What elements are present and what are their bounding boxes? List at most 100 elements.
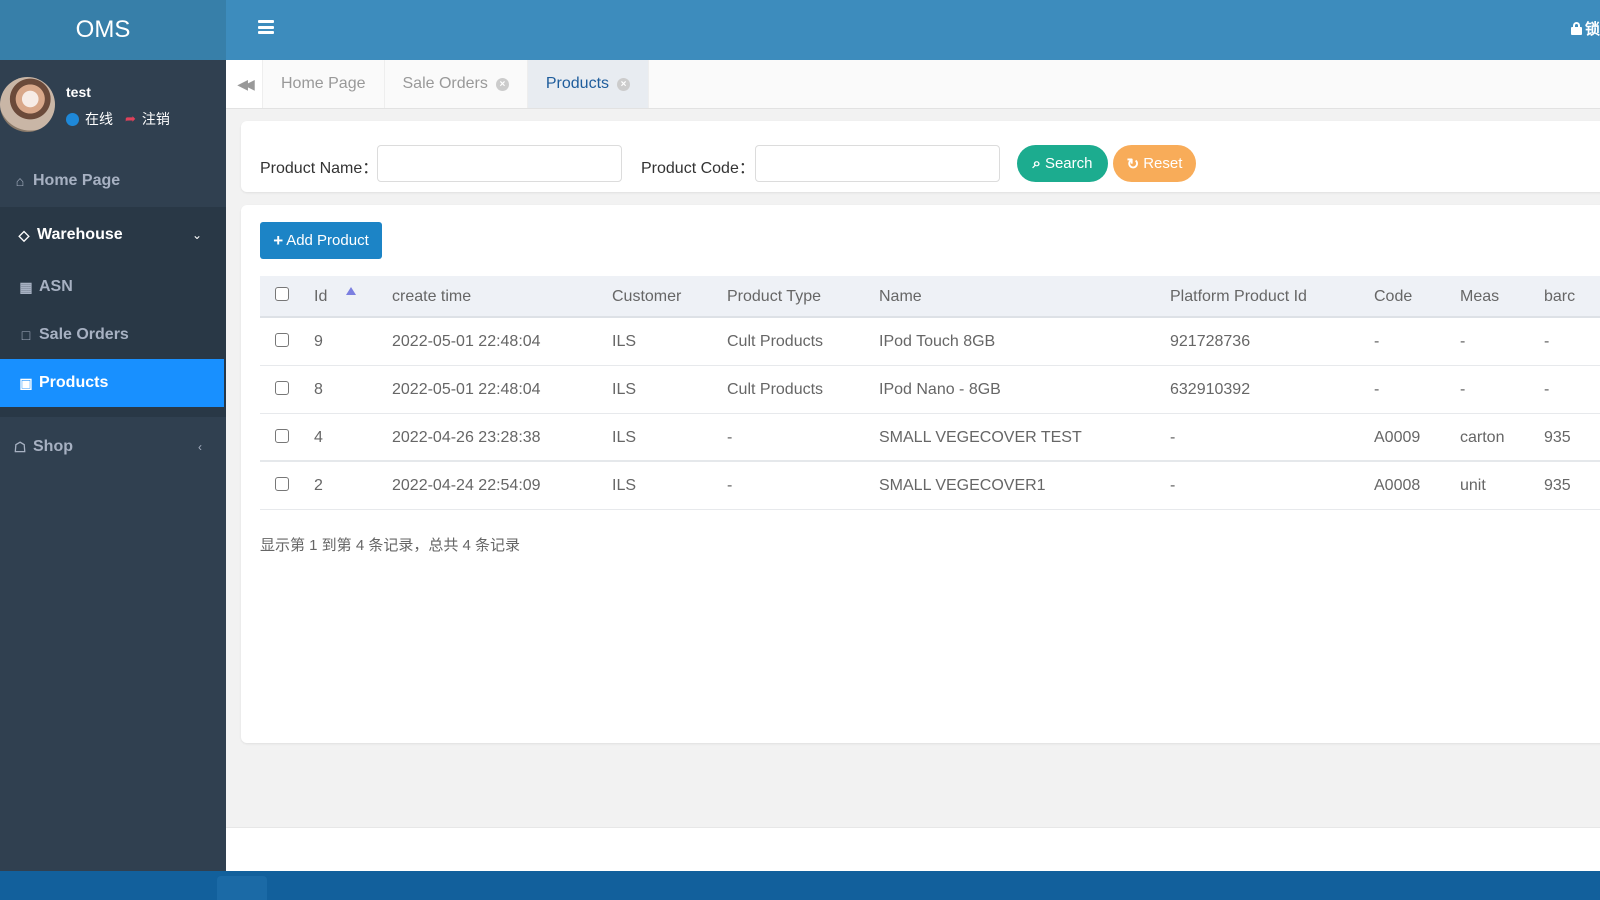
lock-label: 锁 [1584,21,1600,38]
column-header-code[interactable]: Code [1374,288,1412,306]
sidebar-item-label: Products [39,374,109,391]
main-content: Product Name： Product Code： ⌕ Search ↻ R… [226,109,1600,870]
column-header-create-time[interactable]: create time [392,288,471,306]
search-icon: ⌕ [1032,155,1041,172]
cell-platform-product-id: - [1170,477,1176,494]
plus-icon: + [273,230,284,250]
sidebar-item-sale-orders[interactable]: □ Sale Orders [0,311,226,359]
select-all-checkbox[interactable] [275,287,289,301]
refresh-icon: ↻ [1126,155,1140,173]
user-status: 在线 ➦ 注销 [66,109,170,129]
calculator-icon: ▦ [19,278,33,295]
tab-label: Sale Orders [402,75,488,92]
sidebar-item-products[interactable]: ▣ Products [0,359,224,407]
column-header-id[interactable]: Id [314,288,327,306]
chevron-left-icon: ‹ [198,440,202,454]
sidebar-item-home[interactable]: ⌂ Home Page [0,155,226,207]
cell-code: - [1374,381,1380,398]
tab-products[interactable]: Products × [527,60,650,108]
column-header-customer[interactable]: Customer [612,288,681,306]
table-row[interactable]: 9 2022-05-01 22:48:04 ILS Cult Products IPod… [260,318,1600,366]
avatar[interactable] [0,77,55,132]
table-body: 9 2022-05-01 22:48:04 ILS Cult Products IPod… [260,318,1600,510]
add-product-label: Add Product [286,232,369,249]
cell-meas: - [1460,381,1466,398]
cell-customer: ILS [612,381,637,398]
cell-name: SMALL VEGECOVER1 [879,477,1046,494]
sidebar: OMS test 在线 ➦ 注销 ⌂ Home Page ◇ Warehouse… [0,0,226,900]
close-tab-icon[interactable]: × [617,77,631,91]
column-header-meas[interactable]: Meas [1460,288,1499,306]
cell-code: - [1374,333,1380,350]
chevron-down-icon: ⌄ [191,228,202,242]
lock-icon [1570,22,1582,35]
cell-id: 8 [314,381,323,398]
row-checkbox[interactable] [275,429,289,443]
cell-product-type: - [727,477,733,494]
row-checkbox[interactable] [275,333,289,347]
tab-sale-orders[interactable]: Sale Orders × [385,60,528,108]
cell-code: A0009 [1374,429,1421,446]
table-row[interactable]: 4 2022-04-26 23:28:38 ILS - SMALL VEGECOVER … [260,414,1600,462]
tabs-scroll-left-icon[interactable]: ◀◀ [226,60,263,108]
sidebar-item-label: ASN [39,278,73,295]
cell-platform-product-id: 632910392 [1170,381,1251,398]
row-checkbox[interactable] [275,477,289,491]
footer [226,827,1600,871]
tab-label: Products [545,75,610,92]
product-code-input[interactable] [755,145,1000,182]
sidebar-item-label: Warehouse [37,226,123,243]
home-icon: ⌂ [15,173,25,189]
close-tab-icon[interactable]: × [495,77,509,91]
sort-ascending-icon[interactable] [346,287,356,295]
add-product-button[interactable]: + Add Product [260,222,382,259]
top-header: 锁 [226,0,1600,60]
cell-create-time: 2022-04-24 22:54:09 [392,477,541,494]
column-header-platform-product-id[interactable]: Platform Product Id [1170,288,1307,306]
tab-label: Home Page [281,75,366,92]
menu-toggle-icon[interactable] [258,20,274,34]
taskbar-button[interactable] [217,876,267,900]
cell-platform-product-id: 921728736 [1170,333,1251,350]
cell-meas: unit [1460,477,1486,494]
products-table: Id create time Customer Product Type Nam… [260,276,1600,510]
reset-button[interactable]: ↻ Reset [1113,145,1196,182]
product-name-label: Product Name： [260,160,379,177]
cell-customer: ILS [612,333,637,350]
user-panel: test 在线 ➦ 注销 [0,60,226,155]
tabs: Home Page Sale Orders × Products × [263,60,650,108]
table-row[interactable]: 8 2022-05-01 22:48:04 ILS Cult Products IPod… [260,366,1600,414]
cell-product-type: Cult Products [727,333,824,350]
cell-barcode: 935 [1544,477,1571,494]
row-checkbox[interactable] [275,381,289,395]
sidebar-group-warehouse: ◇ Warehouse ⌄ ▦ ASN □ Sale Orders ▣ Prod… [0,207,226,417]
cell-customer: ILS [612,429,637,446]
column-header-product-type[interactable]: Product Type [727,288,821,306]
sidebar-item-asn[interactable]: ▦ ASN [0,263,226,311]
user-name: test [66,84,91,100]
lock-screen-button[interactable]: 锁 [1570,18,1600,39]
product-code-label: Product Code： [641,160,755,177]
cell-platform-product-id: - [1170,429,1176,446]
cell-create-time: 2022-05-01 22:48:04 [392,333,541,350]
logout-link[interactable]: 注销 [142,109,170,129]
cell-create-time: 2022-05-01 22:48:04 [392,381,541,398]
product-name-input[interactable] [377,145,622,182]
cell-id: 2 [314,477,323,494]
table-row[interactable]: 2 2022-04-24 22:54:09 ILS - SMALL VEGECOVER1… [260,462,1600,510]
reset-button-label: Reset [1143,155,1183,172]
app-logo[interactable]: OMS [0,0,226,60]
diamond-icon: ◇ [18,226,30,243]
sidebar-item-shop[interactable]: ☖ Shop ‹ [0,417,226,477]
sign-out-icon[interactable]: ➦ [125,111,136,127]
column-header-name[interactable]: Name [879,288,922,306]
sidebar-item-warehouse[interactable]: ◇ Warehouse ⌄ [0,207,226,263]
cell-customer: ILS [612,477,637,494]
search-button[interactable]: ⌕ Search [1017,145,1108,182]
os-taskbar [0,871,1600,900]
cell-name: SMALL VEGECOVER TEST [879,429,1082,446]
column-header-barcode[interactable]: barc [1544,288,1575,306]
tab-home-page[interactable]: Home Page [263,60,385,108]
suitcase-icon: ▣ [19,374,33,391]
cell-name: IPod Touch 8GB [879,333,996,350]
